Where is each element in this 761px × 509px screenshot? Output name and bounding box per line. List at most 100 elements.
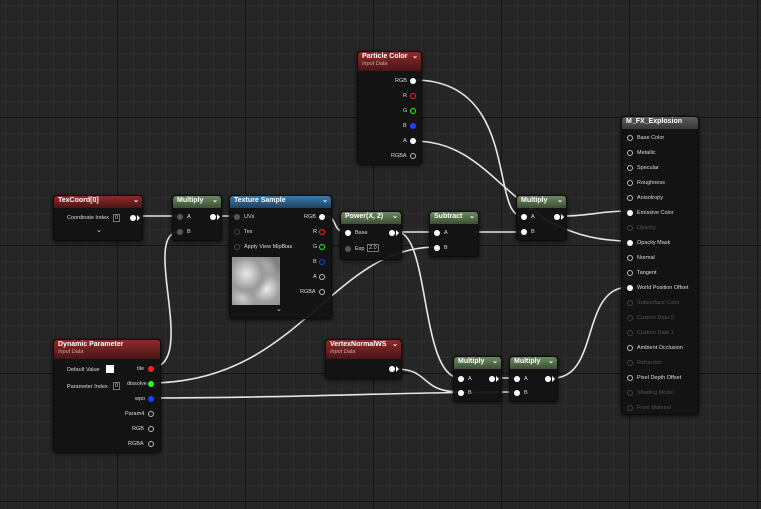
chevron-down-icon[interactable]: ⌄ — [133, 196, 139, 204]
particle-color-node[interactable]: Particle Color Input Data ⌄ RGB R G B A RG… — [357, 51, 422, 165]
apply-mip-pin[interactable] — [234, 244, 240, 250]
multiply2-a-pin[interactable] — [521, 214, 527, 220]
multiply4-a-pin[interactable] — [514, 376, 520, 382]
multiply3-b-pin[interactable] — [458, 390, 464, 396]
pc-rgba-pin[interactable] — [410, 153, 416, 159]
chevron-down-icon[interactable]: ⌄ — [492, 357, 498, 365]
multiply1-b-pin[interactable] — [177, 229, 183, 235]
particle-color-header[interactable]: Particle Color Input Data ⌄ — [358, 52, 421, 71]
dynamic-parameter-node[interactable]: Dynamic Parameter Input Data Default Valu… — [53, 339, 161, 453]
subtract-node[interactable]: Subtract ⌄ A B — [429, 211, 479, 257]
multiply4-b-pin[interactable] — [514, 390, 520, 396]
material-input-label: Pixel Depth Offset — [637, 375, 682, 381]
texcoord-node[interactable]: TexCoord[0] ⌄ Coordinate Index 0 ⌄ — [53, 195, 143, 241]
material-header[interactable]: M_FX_Explosion — [622, 117, 698, 129]
pc-a-pin[interactable] — [410, 138, 416, 144]
multiply2-header[interactable]: Multiply ⌄ — [517, 196, 566, 208]
material-input-pin[interactable] — [627, 165, 633, 171]
power-exp-input[interactable]: 2.0 — [367, 244, 379, 252]
vertex-normal-output-pin[interactable] — [389, 366, 395, 372]
uvs-pin[interactable] — [234, 214, 240, 220]
multiply1-header[interactable]: Multiply ⌄ — [173, 196, 221, 208]
pc-r-pin[interactable] — [410, 93, 416, 99]
chevron-down-icon[interactable]: ⌄ — [392, 340, 398, 348]
out-wpo-pin[interactable] — [148, 396, 154, 402]
multiply-node-3[interactable]: Multiply ⌄ A B — [453, 356, 502, 402]
vertex-normal-header[interactable]: VertexNormalWS Input Data ⌄ — [326, 340, 401, 359]
texture-sample-header[interactable]: Texture Sample ⌄ — [230, 196, 331, 208]
material-input-pin[interactable] — [627, 315, 633, 321]
default-value-swatch[interactable] — [106, 365, 114, 373]
material-input-pin[interactable] — [627, 375, 633, 381]
multiply-node-4[interactable]: Multiply ⌄ A B — [509, 356, 558, 402]
vertex-normal-node[interactable]: VertexNormalWS Input Data ⌄ — [325, 339, 402, 379]
chevron-down-icon[interactable]: ⌄ — [469, 212, 475, 220]
out-b-pin[interactable] — [319, 259, 325, 265]
multiply2-output-pin[interactable] — [554, 214, 560, 220]
material-input-pin[interactable] — [627, 135, 633, 141]
power-exp-pin[interactable] — [345, 246, 351, 252]
multiply-node-1[interactable]: Multiply ⌄ A B — [172, 195, 222, 241]
texcoord-output-pin[interactable] — [130, 215, 136, 221]
coordinate-index-input[interactable]: 0 — [113, 214, 121, 222]
material-input-pin[interactable] — [627, 195, 633, 201]
subtract-a-pin[interactable] — [434, 230, 440, 236]
material-input-pin[interactable] — [627, 150, 633, 156]
chevron-down-icon[interactable]: ⌄ — [412, 52, 418, 60]
material-input-pin[interactable] — [627, 270, 633, 276]
out-rgb-pin[interactable] — [319, 214, 325, 220]
out-rgba-pin[interactable] — [319, 289, 325, 295]
material-input-pin[interactable] — [627, 330, 633, 336]
multiply2-b-pin[interactable] — [521, 229, 527, 235]
parameter-index-input[interactable]: 0 — [113, 382, 121, 390]
dynamic-parameter-header[interactable]: Dynamic Parameter Input Data — [54, 340, 160, 359]
multiply3-header[interactable]: Multiply ⌄ — [454, 357, 501, 369]
pc-b-pin[interactable] — [410, 123, 416, 129]
power-base-pin[interactable] — [345, 230, 351, 236]
texture-sample-node[interactable]: Texture Sample ⌄ UVs Tex Apply View MipBi… — [229, 195, 332, 319]
pc-rgb-pin[interactable] — [410, 78, 416, 84]
multiply4-header[interactable]: Multiply ⌄ — [510, 357, 557, 369]
multiply-node-2[interactable]: Multiply ⌄ A B — [516, 195, 567, 241]
out-a-pin[interactable] — [319, 274, 325, 280]
expand-chevron-icon[interactable]: ⌄ — [276, 305, 282, 313]
chevron-down-icon[interactable]: ⌄ — [212, 196, 218, 204]
subtract-header[interactable]: Subtract ⌄ — [430, 212, 478, 224]
material-input-pin[interactable] — [627, 210, 633, 216]
out-param4-pin[interactable] — [148, 411, 154, 417]
multiply4-output-pin[interactable] — [545, 376, 551, 382]
dp-out-rgba-pin[interactable] — [148, 441, 154, 447]
out-tile-pin[interactable] — [148, 366, 154, 372]
out-r-pin[interactable] — [319, 229, 325, 235]
multiply3-output-pin[interactable] — [489, 376, 495, 382]
chevron-down-icon[interactable]: ⌄ — [322, 196, 328, 204]
multiply1-a-pin[interactable] — [177, 214, 183, 220]
material-input-pin[interactable] — [627, 240, 633, 246]
material-input-pin[interactable] — [627, 255, 633, 261]
power-header[interactable]: Power(X, 2) ⌄ — [341, 212, 401, 224]
out-dissolve-pin[interactable] — [148, 381, 154, 387]
material-input-pin[interactable] — [627, 345, 633, 351]
material-input-pin[interactable] — [627, 360, 633, 366]
subtract-b-pin[interactable] — [434, 245, 440, 251]
multiply3-a-pin[interactable] — [458, 376, 464, 382]
pc-g-pin[interactable] — [410, 108, 416, 114]
material-input-pin[interactable] — [627, 300, 633, 306]
dp-out-rgb-pin[interactable] — [148, 426, 154, 432]
material-input-pin[interactable] — [627, 180, 633, 186]
material-input-pin[interactable] — [627, 225, 633, 231]
out-g-pin[interactable] — [319, 244, 325, 250]
material-output-node[interactable]: M_FX_Explosion Base Color Metallic Specula… — [621, 116, 699, 415]
power-node[interactable]: Power(X, 2) ⌄ Base Exp 2.0 — [340, 211, 402, 260]
expand-chevron-icon[interactable]: ⌄ — [96, 226, 102, 234]
power-output-pin[interactable] — [389, 230, 395, 236]
material-input-pin[interactable] — [627, 405, 633, 411]
material-input-pin[interactable] — [627, 285, 633, 291]
tex-pin[interactable] — [234, 229, 240, 235]
chevron-down-icon[interactable]: ⌄ — [557, 196, 563, 204]
material-input-pin[interactable] — [627, 390, 633, 396]
multiply1-output-pin[interactable] — [210, 214, 216, 220]
chevron-down-icon[interactable]: ⌄ — [392, 212, 398, 220]
chevron-down-icon[interactable]: ⌄ — [548, 357, 554, 365]
texcoord-header[interactable]: TexCoord[0] ⌄ — [54, 196, 142, 208]
